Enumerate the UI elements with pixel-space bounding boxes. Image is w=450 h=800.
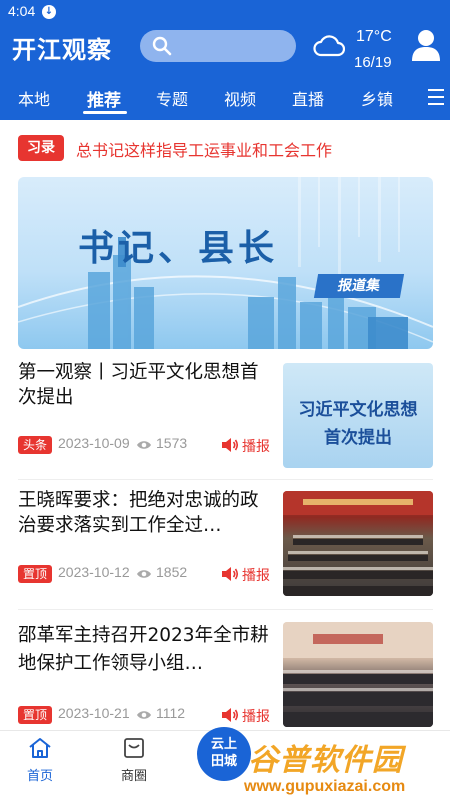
- user-icon[interactable]: [410, 28, 442, 62]
- speaker-icon[interactable]: [220, 435, 240, 455]
- eye-icon: [137, 441, 151, 449]
- article-badge: 置顶: [18, 565, 52, 583]
- article-views: 1573: [156, 435, 188, 451]
- channel-nav: 本地 推荐 专题 视频 直播 乡镇: [0, 80, 450, 118]
- article-thumbnail[interactable]: [283, 622, 433, 727]
- article-title[interactable]: 王晓晖要求：把绝对忠诚的政治要求落实到工作全过…: [18, 488, 274, 540]
- article-item[interactable]: 王晓晖要求：把绝对忠诚的政治要求落实到工作全过… 置顶 2023-10-12 1…: [0, 488, 450, 603]
- temperature: 17°C: [356, 28, 392, 45]
- article-title[interactable]: 邵革军主持召开2023年全市耕地保护工作领导小组…: [18, 622, 274, 674]
- divider: [18, 609, 433, 610]
- cloud-icon: [313, 35, 345, 57]
- play-audio-button[interactable]: 播报: [242, 565, 270, 585]
- article-views: 1112: [156, 705, 186, 721]
- watermark-text: 谷普软件园: [248, 743, 403, 778]
- eye-icon: [137, 570, 151, 578]
- app-header: 4:04 ↓ 开江观察 17°C 16/19 本地 推荐 专题 视频 直播 乡镇: [0, 0, 450, 120]
- article-item[interactable]: 第一观察丨习近平文化思想首次提出 头条 2023-10-09 1573 播报 习…: [0, 360, 450, 480]
- site-watermark: 谷普软件园 www.gupuxiazai.com: [240, 735, 450, 800]
- app-logo: 开江观察: [12, 36, 112, 64]
- tab-recommend[interactable]: 推荐: [87, 86, 121, 111]
- meeting-photo: [283, 491, 433, 596]
- meeting-photo: [283, 622, 433, 727]
- download-icon: ↓: [42, 5, 56, 19]
- article-badge: 置顶: [18, 706, 52, 724]
- thumbnail-text: 习近平文化思想: [298, 400, 418, 420]
- status-time: 4:04: [8, 3, 36, 19]
- menu-icon[interactable]: [426, 87, 446, 107]
- article-date: 2023-10-12: [58, 564, 130, 580]
- speaker-icon[interactable]: [220, 705, 240, 725]
- tab-label: 商圈: [120, 769, 147, 784]
- center-line-1: 云上: [210, 737, 237, 752]
- play-audio-button[interactable]: 播报: [242, 706, 270, 726]
- search-icon: [152, 36, 172, 56]
- eye-icon: [137, 711, 151, 719]
- home-icon: [29, 738, 51, 758]
- temperature-range: 16/19: [354, 54, 392, 71]
- headline-ticker[interactable]: 习录 总书记这样指导工运事业和工会工作: [0, 130, 450, 166]
- tab-topics[interactable]: 专题: [156, 86, 188, 110]
- banner-title: 书记、县长: [78, 227, 279, 269]
- tab-label: 首页: [26, 769, 53, 784]
- thumbnail-text: 首次提出: [324, 428, 392, 448]
- article-thumbnail[interactable]: 习近平文化思想 首次提出: [283, 363, 433, 468]
- tab-live[interactable]: 直播: [292, 86, 324, 110]
- shop-icon: [124, 738, 144, 758]
- article-date: 2023-10-09: [58, 435, 130, 451]
- tab-video[interactable]: 视频: [224, 86, 256, 110]
- watermark-url: www.gupuxiazai.com: [244, 778, 406, 795]
- speaker-icon[interactable]: [220, 564, 240, 584]
- article-item[interactable]: 邵革军主持召开2023年全市耕地保护工作领导小组… 置顶 2023-10-21 …: [0, 622, 450, 727]
- play-audio-button[interactable]: 播报: [242, 436, 270, 456]
- article-title[interactable]: 第一观察丨习近平文化思想首次提出: [18, 360, 274, 412]
- divider: [18, 479, 433, 480]
- ticker-badge: 习录: [18, 135, 64, 161]
- article-badge: 头条: [18, 436, 52, 454]
- featured-banner[interactable]: 书记、县长 报道集: [18, 177, 433, 349]
- article-views: 1852: [156, 564, 188, 580]
- search-bar[interactable]: [140, 30, 296, 62]
- tab-home[interactable]: 首页: [10, 737, 70, 784]
- tab-shop[interactable]: 商圈: [104, 737, 164, 784]
- article-thumbnail[interactable]: [283, 491, 433, 596]
- center-line-2: 田城: [210, 754, 237, 769]
- active-tab-indicator: [83, 111, 127, 114]
- ticker-text[interactable]: 总书记这样指导工运事业和工会工作: [76, 137, 332, 161]
- tab-towns[interactable]: 乡镇: [361, 86, 393, 110]
- article-date: 2023-10-21: [58, 705, 130, 721]
- status-bar: 4:04 ↓: [0, 0, 450, 24]
- tab-local[interactable]: 本地: [18, 86, 50, 110]
- banner-tag: 报道集: [313, 274, 405, 298]
